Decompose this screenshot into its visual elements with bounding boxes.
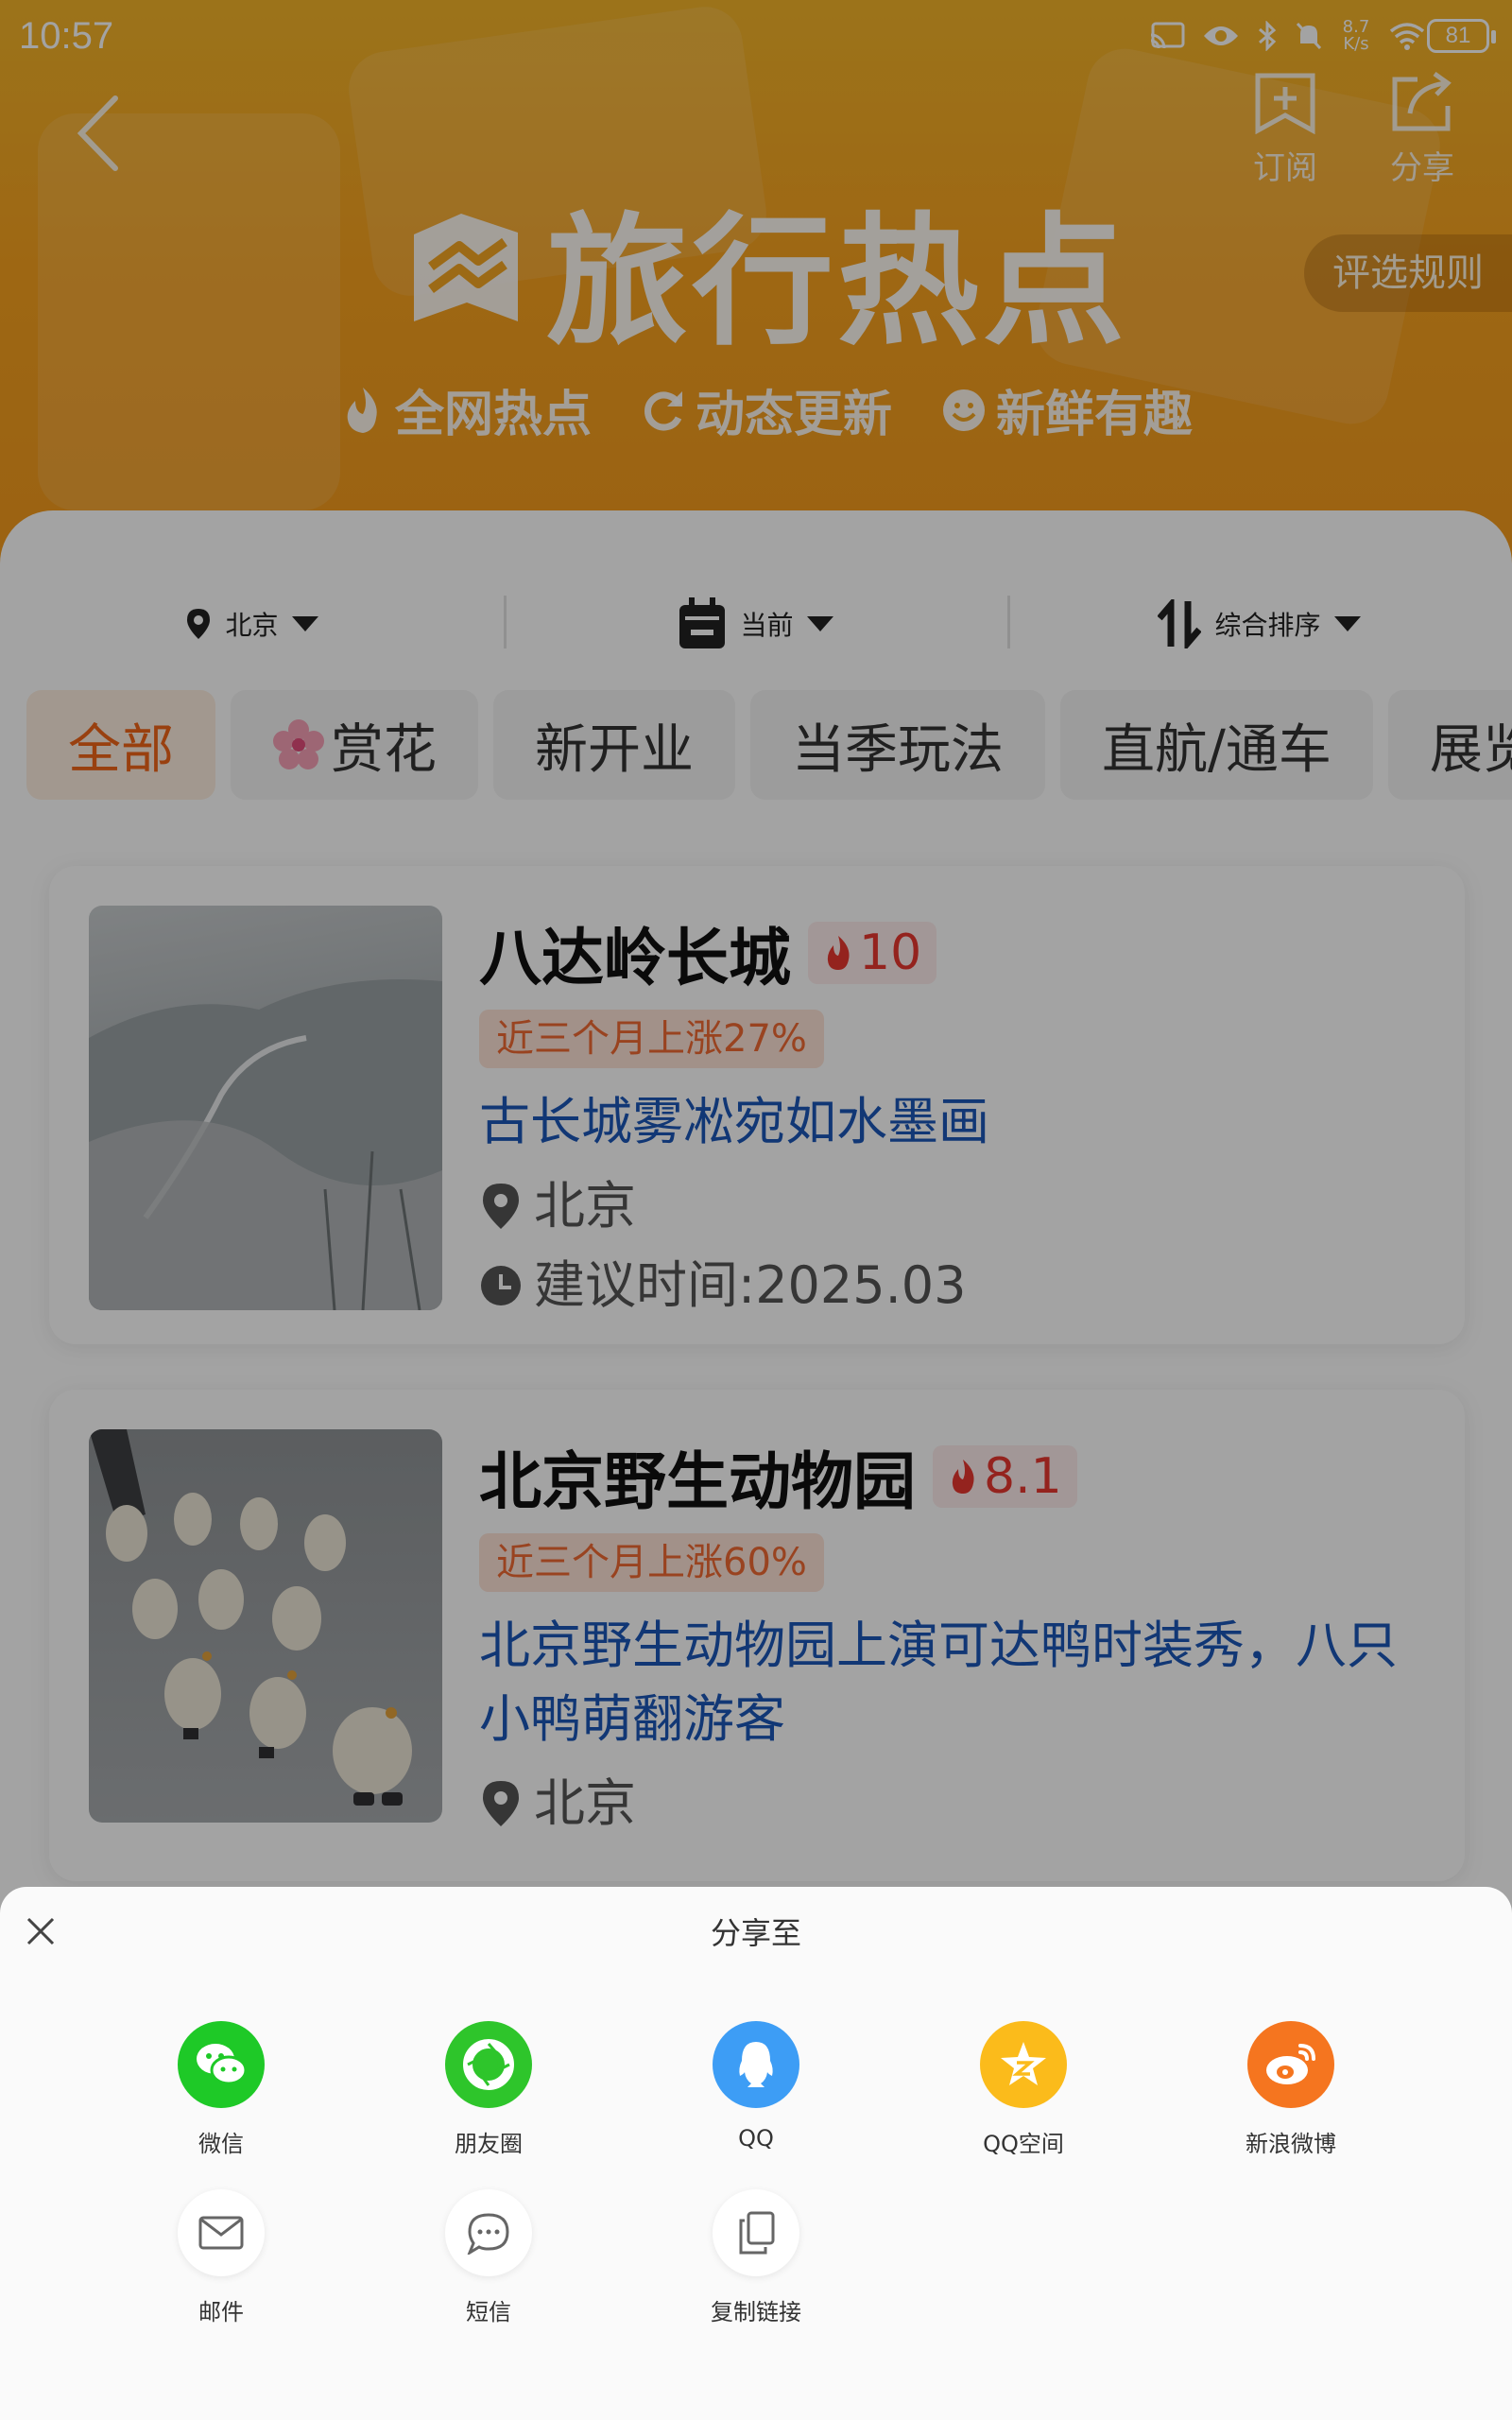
share-mail[interactable]: 邮件 [127,2189,316,2326]
share-sms[interactable]: 短信 [394,2189,583,2326]
share-sheet-title: 分享至 [710,1915,801,1951]
qq-icon [713,2021,799,2108]
wechat-icon [178,2021,265,2108]
share-qq[interactable]: QQ [662,2021,850,2152]
sms-icon [445,2189,532,2276]
qzone-icon [980,2021,1067,2108]
share-sheet: 分享至 微信 朋友圈 QQ QQ空间 新浪微博 邮件 短信 复制链接 [0,1887,1512,2420]
mail-icon [178,2189,265,2276]
share-weibo[interactable]: 新浪微博 [1196,2021,1385,2158]
share-moments[interactable]: 朋友圈 [394,2021,583,2158]
moments-icon [445,2021,532,2108]
weibo-icon [1247,2021,1334,2108]
share-copy-link[interactable]: 复制链接 [662,2189,850,2326]
copy-link-icon [713,2189,799,2276]
share-qzone[interactable]: QQ空间 [929,2021,1118,2158]
share-wechat[interactable]: 微信 [127,2021,316,2158]
